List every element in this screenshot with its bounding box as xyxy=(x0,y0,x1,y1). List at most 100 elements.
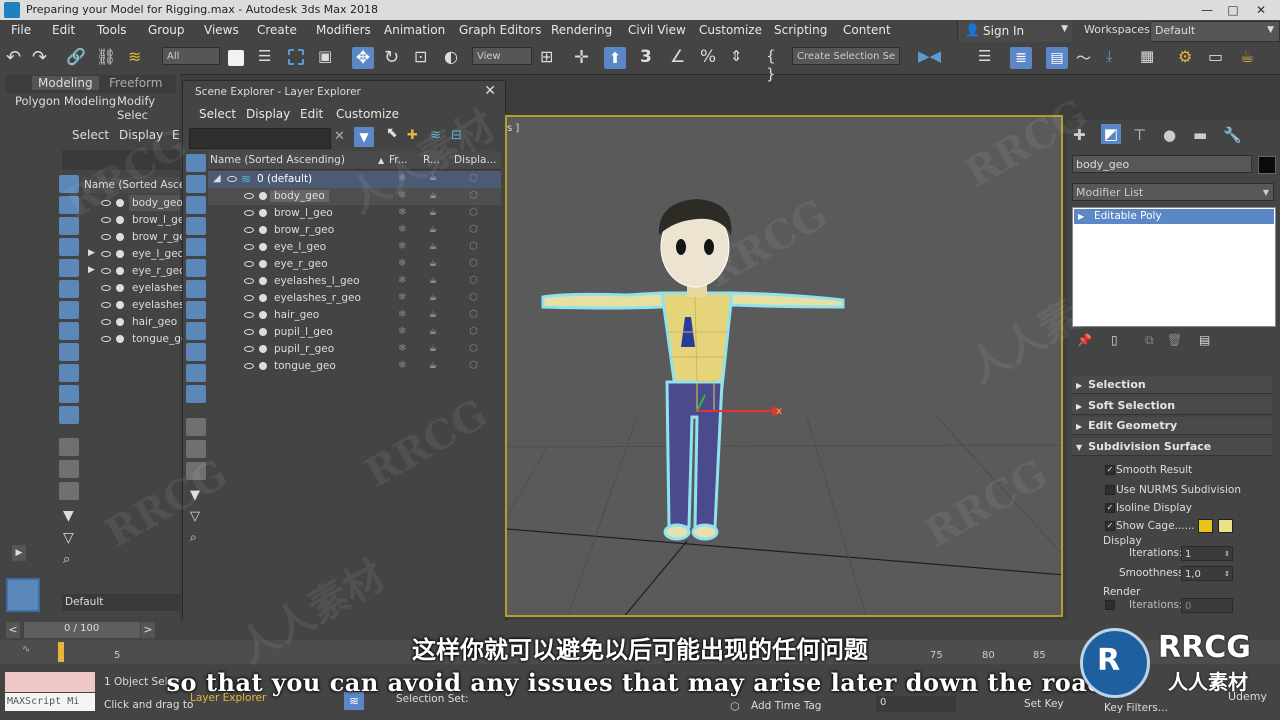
schematic-view-icon[interactable]: ⤓ xyxy=(1106,47,1128,69)
select-by-name-icon[interactable]: ☰ xyxy=(258,47,280,69)
undo-icon[interactable]: ↶ xyxy=(6,47,28,69)
pivot-center-icon[interactable]: ⊞ xyxy=(540,47,562,69)
angle-snap-icon[interactable]: ∠ xyxy=(670,47,692,69)
close-icon[interactable]: ✕ xyxy=(484,83,496,99)
show-end-result-icon[interactable]: ▯ xyxy=(1111,333,1118,347)
use-nurms-checkbox[interactable] xyxy=(1105,485,1115,495)
eye-icon[interactable] xyxy=(101,319,111,325)
tab-freeform[interactable]: Freeform xyxy=(109,76,162,90)
modifier-list-dropdown[interactable]: Modifier List ▼ xyxy=(1072,183,1274,201)
rollout-edit-geometry[interactable]: ▶ Edit Geometry xyxy=(1072,417,1272,435)
eye-icon[interactable] xyxy=(244,193,254,199)
freeze-icon[interactable]: ❄ xyxy=(398,275,406,286)
header-name[interactable]: Name (Sorted Ascending) xyxy=(210,154,345,166)
display-bones-icon[interactable] xyxy=(59,364,79,382)
display-influences-icon[interactable] xyxy=(59,460,79,478)
expand-arrow-icon[interactable]: ▶ xyxy=(88,265,95,275)
eye-icon[interactable] xyxy=(244,312,254,318)
render-teapot-icon[interactable]: ☕ xyxy=(429,276,437,286)
se-menu-display[interactable]: Display xyxy=(246,107,290,121)
display-containers-icon[interactable] xyxy=(186,364,206,382)
eye-icon[interactable] xyxy=(244,278,254,284)
select-object-icon[interactable] xyxy=(228,50,244,66)
display-box-icon[interactable]: ⬡ xyxy=(469,190,478,201)
edit-named-selection-icon[interactable]: { } xyxy=(766,47,788,83)
display-helpers-icon[interactable] xyxy=(59,280,79,298)
render-teapot-icon[interactable]: ☕ xyxy=(429,361,437,371)
se-menu-customize[interactable]: Customize xyxy=(336,107,399,121)
object-color-swatch[interactable] xyxy=(1258,156,1276,174)
eye-icon[interactable] xyxy=(244,261,254,267)
toggle-ribbon-icon[interactable]: ▤ xyxy=(1046,47,1068,69)
menu-tools[interactable]: Tools xyxy=(97,23,127,37)
eye-icon[interactable] xyxy=(244,244,254,250)
object-row[interactable]: pupil_l_geo ❄ ☕ ⬡ xyxy=(208,324,501,341)
find-icon[interactable]: ⌕ xyxy=(63,552,70,567)
menu-group[interactable]: Group xyxy=(148,23,185,37)
expand-arrow-icon[interactable]: ▶ xyxy=(1078,209,1084,224)
window-crossing-icon[interactable]: ▣ xyxy=(318,47,340,69)
render-teapot-icon[interactable]: ☕ xyxy=(429,191,437,201)
rectangular-selection-icon[interactable] xyxy=(288,49,304,65)
menu-scripting[interactable]: Scripting xyxy=(774,23,827,37)
object-row[interactable]: eyelashes_r_geo ❄ ☕ ⬡ xyxy=(208,290,501,307)
display-xrefs-icon[interactable] xyxy=(186,322,206,340)
display-bones-icon[interactable] xyxy=(186,343,206,361)
motion-tab-icon[interactable]: ● xyxy=(1163,126,1176,144)
left-list-item[interactable]: tongue_ge xyxy=(82,331,187,348)
layer-dropdown[interactable]: Default xyxy=(62,594,180,611)
render-teapot-icon[interactable]: ☕ xyxy=(429,225,437,235)
left-list-item[interactable]: brow_r_ge xyxy=(82,229,186,246)
sign-in-button[interactable]: 👤 Sign In ▼ xyxy=(957,20,1072,42)
menu-civil-view[interactable]: Civil View xyxy=(628,23,686,37)
key-filters-button[interactable]: Key Filters... xyxy=(1104,702,1168,714)
object-row[interactable]: tongue_geo ❄ ☕ ⬡ xyxy=(208,358,501,375)
render-teapot-icon[interactable]: ☕ xyxy=(429,344,437,354)
menu-edit[interactable]: Edit xyxy=(52,23,75,37)
menu-file[interactable]: File xyxy=(11,23,31,37)
selection-filter-dropdown[interactable]: All xyxy=(162,47,220,65)
eye-icon[interactable] xyxy=(101,234,111,240)
object-row[interactable]: pupil_r_geo ❄ ☕ ⬡ xyxy=(208,341,501,358)
select-and-scale-icon[interactable]: ⊡ xyxy=(414,47,436,69)
display-geometry-icon[interactable] xyxy=(186,175,206,193)
render-teapot-icon[interactable]: ☕ xyxy=(429,293,437,303)
frame-input[interactable]: 0 xyxy=(876,696,956,712)
active-viewport-preview[interactable] xyxy=(6,578,40,612)
display-lights-icon[interactable] xyxy=(186,217,206,235)
display-dependencies-icon[interactable] xyxy=(59,482,79,500)
left-list-item[interactable]: eyelashes xyxy=(82,297,185,314)
toggle-layer-explorer-icon[interactable]: ≣ xyxy=(1010,47,1032,69)
eye-icon[interactable] xyxy=(101,217,111,223)
display-cameras-icon[interactable] xyxy=(59,259,79,277)
freeze-icon[interactable]: ❄ xyxy=(398,326,406,337)
eye-icon[interactable] xyxy=(101,285,111,291)
display-children-icon[interactable] xyxy=(59,438,79,456)
funnel-icon[interactable]: ▼ xyxy=(63,508,74,524)
menu-views[interactable]: Views xyxy=(204,23,239,37)
select-manipulate-icon[interactable]: ✛ xyxy=(574,47,596,69)
eye-icon[interactable] xyxy=(244,295,254,301)
keyboard-shortcut-override-icon[interactable]: ⬆ xyxy=(604,47,626,69)
remove-modifier-icon[interactable]: 🗑 xyxy=(1167,333,1182,347)
render-iterations-spinner[interactable]: 0 xyxy=(1181,598,1233,613)
freeze-icon[interactable]: ❄ xyxy=(398,343,406,354)
left-list-item[interactable]: ▶ eye_l_geo xyxy=(82,246,184,263)
app-icon[interactable] xyxy=(4,2,20,18)
close-button[interactable]: ✕ xyxy=(1250,1,1272,19)
menu-animation[interactable]: Animation xyxy=(384,23,445,37)
display-spacewarps-icon[interactable] xyxy=(59,301,79,319)
make-unique-icon[interactable]: ⧉ xyxy=(1145,333,1154,348)
display-containers-icon[interactable] xyxy=(59,385,79,403)
display-box-icon[interactable]: ⬡ xyxy=(469,207,478,218)
menu-create[interactable]: Create xyxy=(257,23,297,37)
modify-tab-icon[interactable]: ◩ xyxy=(1101,124,1121,144)
minimize-button[interactable]: — xyxy=(1196,1,1218,19)
render-production-icon[interactable]: ☕ xyxy=(1240,47,1262,69)
display-groups-icon[interactable] xyxy=(59,322,79,340)
set-key-button[interactable]: Set Key xyxy=(1024,698,1064,710)
display-box-icon[interactable]: ⬡ xyxy=(469,224,478,235)
render-teapot-icon[interactable]: ☕ xyxy=(429,310,437,320)
expand-arrow-icon[interactable]: ◢ xyxy=(213,173,221,184)
rollout-subdivision-surface[interactable]: ▼ Subdivision Surface xyxy=(1072,438,1272,456)
